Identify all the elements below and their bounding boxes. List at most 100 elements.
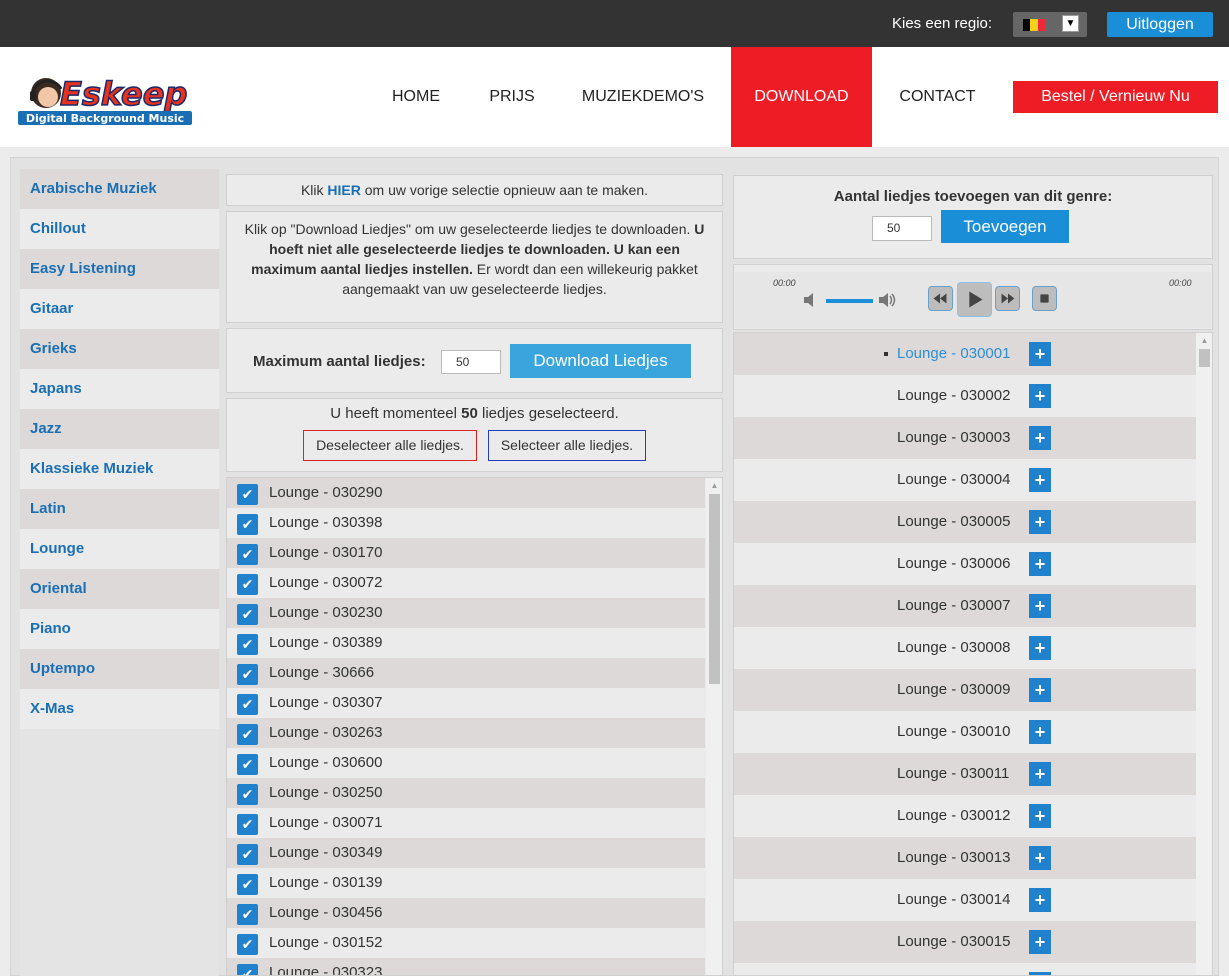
add-song-plus-icon[interactable]: + [1029, 678, 1051, 702]
sidebar-genre-item[interactable]: X-Mas [20, 689, 219, 729]
genre-song-label[interactable]: Lounge - 030005 [897, 513, 1010, 530]
scroll-up-icon[interactable]: ▲ [1196, 335, 1212, 347]
add-songs-button[interactable]: Toevoegen [941, 210, 1069, 243]
add-song-plus-icon[interactable]: + [1029, 384, 1051, 408]
song-checkbox[interactable]: ✔ [237, 514, 258, 535]
genre-song-label[interactable]: Lounge - 030002 [897, 387, 1010, 404]
add-song-plus-icon[interactable]: + [1029, 762, 1051, 786]
selected-list-scrollbar[interactable]: ▲ [706, 478, 722, 975]
volume-max-icon[interactable] [878, 292, 898, 308]
song-checkbox[interactable]: ✔ [237, 964, 258, 975]
sidebar-genre-item[interactable]: Jazz [20, 409, 219, 449]
genre-song-row[interactable]: Lounge - 030006 + [734, 543, 1196, 585]
max-songs-input[interactable]: 50 [441, 350, 501, 374]
download-songs-button[interactable]: Download Liedjes [510, 344, 691, 378]
song-checkbox[interactable]: ✔ [237, 844, 258, 865]
genre-song-label[interactable]: Lounge - 030003 [897, 429, 1010, 446]
genre-song-row[interactable]: Lounge - 030002 + [734, 375, 1196, 417]
genre-song-label[interactable]: Lounge - 030001 [897, 345, 1010, 362]
song-checkbox[interactable]: ✔ [237, 784, 258, 805]
genre-song-row[interactable]: Lounge - 030005 + [734, 501, 1196, 543]
add-song-plus-icon[interactable]: + [1029, 846, 1051, 870]
genre-song-row[interactable]: Lounge - 030008 + [734, 627, 1196, 669]
scroll-thumb[interactable] [1199, 349, 1210, 367]
genre-song-label[interactable]: Lounge - 030013 [897, 849, 1010, 866]
select-all-button[interactable]: Selecteer alle liedjes. [488, 430, 646, 461]
genre-song-label[interactable]: Lounge - 030010 [897, 723, 1010, 740]
volume-slider[interactable] [826, 299, 873, 303]
genre-song-row[interactable]: Lounge - 030003 + [734, 417, 1196, 459]
song-checkbox[interactable]: ✔ [237, 694, 258, 715]
deselect-all-button[interactable]: Deselecteer alle liedjes. [303, 430, 477, 461]
genre-song-label[interactable]: Lounge - 030011 [897, 765, 1009, 782]
mute-icon[interactable] [803, 292, 817, 308]
nav-prijs[interactable]: PRIJS [484, 47, 540, 147]
sidebar-genre-item[interactable]: Oriental [20, 569, 219, 609]
add-song-plus-icon[interactable]: + [1029, 888, 1051, 912]
add-song-plus-icon[interactable]: + [1029, 510, 1051, 534]
previous-icon[interactable] [928, 286, 953, 311]
genre-list-scrollbar[interactable]: ▲ [1196, 333, 1212, 975]
genre-song-label[interactable]: Lounge - 030006 [897, 555, 1010, 572]
add-song-plus-icon[interactable]: + [1029, 804, 1051, 828]
genre-song-row[interactable]: Lounge - 030009 + [734, 669, 1196, 711]
genre-song-label[interactable]: Lounge - 030009 [897, 681, 1010, 698]
song-checkbox[interactable]: ✔ [237, 634, 258, 655]
add-song-plus-icon[interactable]: + [1029, 636, 1051, 660]
genre-song-row[interactable]: Lounge - 030015 + [734, 921, 1196, 963]
add-song-plus-icon[interactable]: + [1029, 594, 1051, 618]
logout-button[interactable]: Uitloggen [1107, 12, 1213, 37]
song-checkbox[interactable]: ✔ [237, 934, 258, 955]
sidebar-genre-item[interactable]: Klassieke Muziek [20, 449, 219, 489]
nav-contact[interactable]: CONTACT [890, 47, 985, 147]
song-checkbox[interactable]: ✔ [237, 604, 258, 625]
song-checkbox[interactable]: ✔ [237, 754, 258, 775]
song-checkbox[interactable]: ✔ [237, 724, 258, 745]
genre-song-row[interactable]: Lounge - 030016+ [734, 963, 1196, 975]
song-checkbox[interactable]: ✔ [237, 814, 258, 835]
song-checkbox[interactable]: ✔ [237, 664, 258, 685]
add-song-plus-icon[interactable]: + [1029, 426, 1051, 450]
genre-song-row[interactable]: Lounge - 030010 + [734, 711, 1196, 753]
add-song-plus-icon[interactable]: + [1029, 552, 1051, 576]
sidebar-genre-item[interactable]: Latin [20, 489, 219, 529]
genre-song-row[interactable]: Lounge - 030007 + [734, 585, 1196, 627]
nav-download[interactable]: DOWNLOAD [731, 47, 872, 147]
sidebar-genre-item[interactable]: Japans [20, 369, 219, 409]
nav-muziekdemos[interactable]: MUZIEKDEMO'S [575, 47, 711, 147]
genre-song-label[interactable]: Lounge - 030008 [897, 639, 1010, 656]
add-song-plus-icon[interactable]: + [1029, 930, 1051, 954]
genre-song-row[interactable]: Lounge - 030001 + [734, 333, 1196, 375]
nav-home[interactable]: HOME [380, 47, 452, 147]
sidebar-genre-item[interactable]: Uptempo [20, 649, 219, 689]
stop-icon[interactable] [1032, 286, 1057, 311]
genre-song-row[interactable]: Lounge - 030013 + [734, 837, 1196, 879]
genre-song-label[interactable]: Lounge - 030012 [897, 807, 1010, 824]
add-songs-input[interactable]: 50 [872, 216, 932, 241]
song-checkbox[interactable]: ✔ [237, 544, 258, 565]
add-song-plus-icon[interactable]: + [1029, 342, 1051, 366]
genre-song-label[interactable]: Lounge - 030015 [897, 933, 1010, 950]
genre-song-row[interactable]: Lounge - 030011 + [734, 753, 1196, 795]
chevron-down-icon[interactable]: ▼ [1062, 15, 1079, 32]
sidebar-genre-item[interactable]: Chillout [20, 209, 219, 249]
eskeep-logo[interactable]: Eskeep Digital Background Music [16, 67, 196, 129]
add-song-plus-icon[interactable]: + [1029, 720, 1051, 744]
play-icon[interactable] [957, 282, 992, 317]
song-checkbox[interactable]: ✔ [237, 874, 258, 895]
genre-song-label[interactable]: Lounge - 030007 [897, 597, 1010, 614]
sidebar-genre-item[interactable]: Lounge [20, 529, 219, 569]
sidebar-genre-item[interactable]: Gitaar [20, 289, 219, 329]
genre-song-row[interactable]: Lounge - 030012 + [734, 795, 1196, 837]
add-song-plus-icon[interactable]: + [1029, 972, 1051, 975]
song-checkbox[interactable]: ✔ [237, 574, 258, 595]
genre-song-label[interactable]: Lounge - 030014 [897, 891, 1010, 908]
restore-selection-link[interactable]: HIER [327, 182, 360, 198]
genre-song-row[interactable]: Lounge - 030004 + [734, 459, 1196, 501]
region-select[interactable]: ▼ [1013, 12, 1087, 37]
genre-song-label[interactable]: Lounge - 030004 [897, 471, 1010, 488]
sidebar-genre-item[interactable]: Grieks [20, 329, 219, 369]
song-checkbox[interactable]: ✔ [237, 904, 258, 925]
scroll-up-icon[interactable]: ▲ [706, 480, 722, 492]
add-song-plus-icon[interactable]: + [1029, 468, 1051, 492]
